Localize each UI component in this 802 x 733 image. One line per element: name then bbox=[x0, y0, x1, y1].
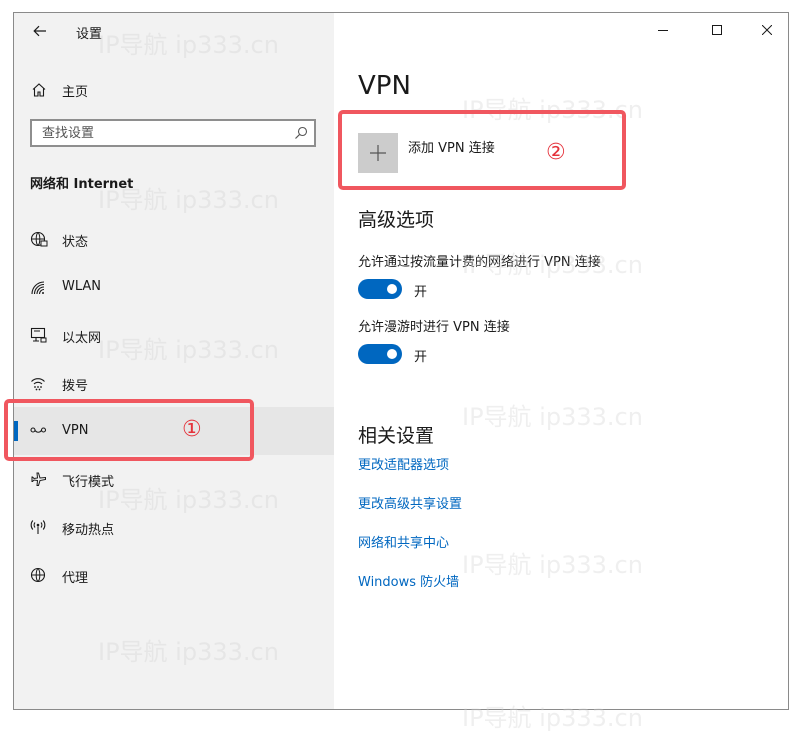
nav-item-status[interactable]: 状态 bbox=[14, 215, 334, 263]
home-label: 主页 bbox=[62, 85, 89, 100]
nav-label: VPN bbox=[62, 423, 89, 438]
nav-label: 飞行模式 bbox=[62, 475, 115, 490]
nav-label: WLAN bbox=[62, 279, 102, 294]
globe-icon bbox=[30, 567, 46, 583]
roaming-option-text: 允许漫游时进行 VPN 连接 bbox=[358, 320, 510, 335]
nav-label: 移动热点 bbox=[62, 523, 115, 538]
nav-item-airplane-mode[interactable]: 飞行模式 bbox=[14, 455, 334, 503]
nav-item-hotspot[interactable]: 移动热点 bbox=[14, 503, 334, 551]
minimize-button[interactable] bbox=[640, 13, 686, 47]
add-tile bbox=[358, 133, 398, 173]
nav-item-dialup[interactable]: 拨号 bbox=[14, 359, 334, 407]
search-box[interactable] bbox=[30, 119, 316, 147]
nav-label: 状态 bbox=[62, 235, 89, 250]
main-content: VPN 添加 VPN 连接 高级选项 允许通过按流量计费的网络进行 VPN 连接… bbox=[334, 13, 788, 709]
nav-label: 拨号 bbox=[62, 379, 89, 394]
nav-item-vpn[interactable]: VPN bbox=[14, 407, 334, 455]
nav-label: 代理 bbox=[62, 571, 89, 586]
ethernet-icon bbox=[30, 327, 47, 343]
sidebar: 设置 主页 网络和 Internet 状态 WLAN 以太网 拨号 bbox=[14, 13, 334, 709]
advanced-options-heading: 高级选项 bbox=[358, 209, 435, 231]
home-icon bbox=[32, 83, 46, 97]
app-title: 设置 bbox=[76, 27, 103, 42]
minimize-icon bbox=[658, 30, 668, 31]
metered-vpn-toggle[interactable] bbox=[358, 279, 402, 299]
network-sharing-center-link[interactable]: 网络和共享中心 bbox=[358, 532, 449, 551]
hotspot-icon bbox=[30, 520, 46, 534]
related-settings-heading: 相关设置 bbox=[358, 425, 435, 447]
close-button[interactable] bbox=[744, 13, 788, 47]
vpn-icon bbox=[30, 427, 47, 433]
annotation-marker-one: ① bbox=[182, 417, 202, 442]
nav-label: 以太网 bbox=[62, 331, 102, 346]
change-advanced-sharing-link[interactable]: 更改高级共享设置 bbox=[358, 493, 462, 512]
home-nav-item[interactable]: 主页 bbox=[14, 75, 334, 105]
nav-item-proxy[interactable]: 代理 bbox=[14, 551, 334, 599]
back-arrow-icon bbox=[33, 25, 46, 37]
settings-window: 设置 主页 网络和 Internet 状态 WLAN 以太网 拨号 bbox=[13, 12, 789, 710]
dialup-icon bbox=[31, 378, 45, 391]
wifi-icon bbox=[31, 281, 45, 295]
selection-indicator bbox=[14, 421, 18, 441]
metered-toggle-state: 开 bbox=[414, 285, 428, 300]
close-icon bbox=[762, 25, 772, 35]
add-vpn-label: 添加 VPN 连接 bbox=[408, 141, 495, 156]
maximize-button[interactable] bbox=[694, 13, 740, 47]
windows-firewall-link[interactable]: Windows 防火墙 bbox=[358, 571, 459, 590]
roaming-toggle-state: 开 bbox=[414, 350, 428, 365]
back-button[interactable] bbox=[24, 19, 56, 43]
maximize-icon bbox=[712, 25, 722, 35]
globe-status-icon bbox=[30, 231, 48, 247]
plus-icon bbox=[370, 145, 386, 161]
add-vpn-connection-button[interactable]: 添加 VPN 连接 bbox=[358, 133, 558, 175]
page-title: VPN bbox=[358, 71, 411, 101]
nav-item-wlan[interactable]: WLAN bbox=[14, 263, 334, 311]
change-adapter-options-link[interactable]: 更改适配器选项 bbox=[358, 454, 449, 473]
toggle-knob bbox=[387, 284, 397, 294]
metered-option-text: 允许通过按流量计费的网络进行 VPN 连接 bbox=[358, 255, 601, 270]
search-icon bbox=[295, 126, 308, 139]
toggle-knob bbox=[387, 349, 397, 359]
nav-item-ethernet[interactable]: 以太网 bbox=[14, 311, 334, 359]
roaming-vpn-toggle[interactable] bbox=[358, 344, 402, 364]
section-label: 网络和 Internet bbox=[30, 177, 134, 192]
airplane-icon bbox=[31, 472, 46, 486]
search-input[interactable] bbox=[42, 125, 282, 141]
annotation-marker-two: ② bbox=[546, 140, 566, 165]
